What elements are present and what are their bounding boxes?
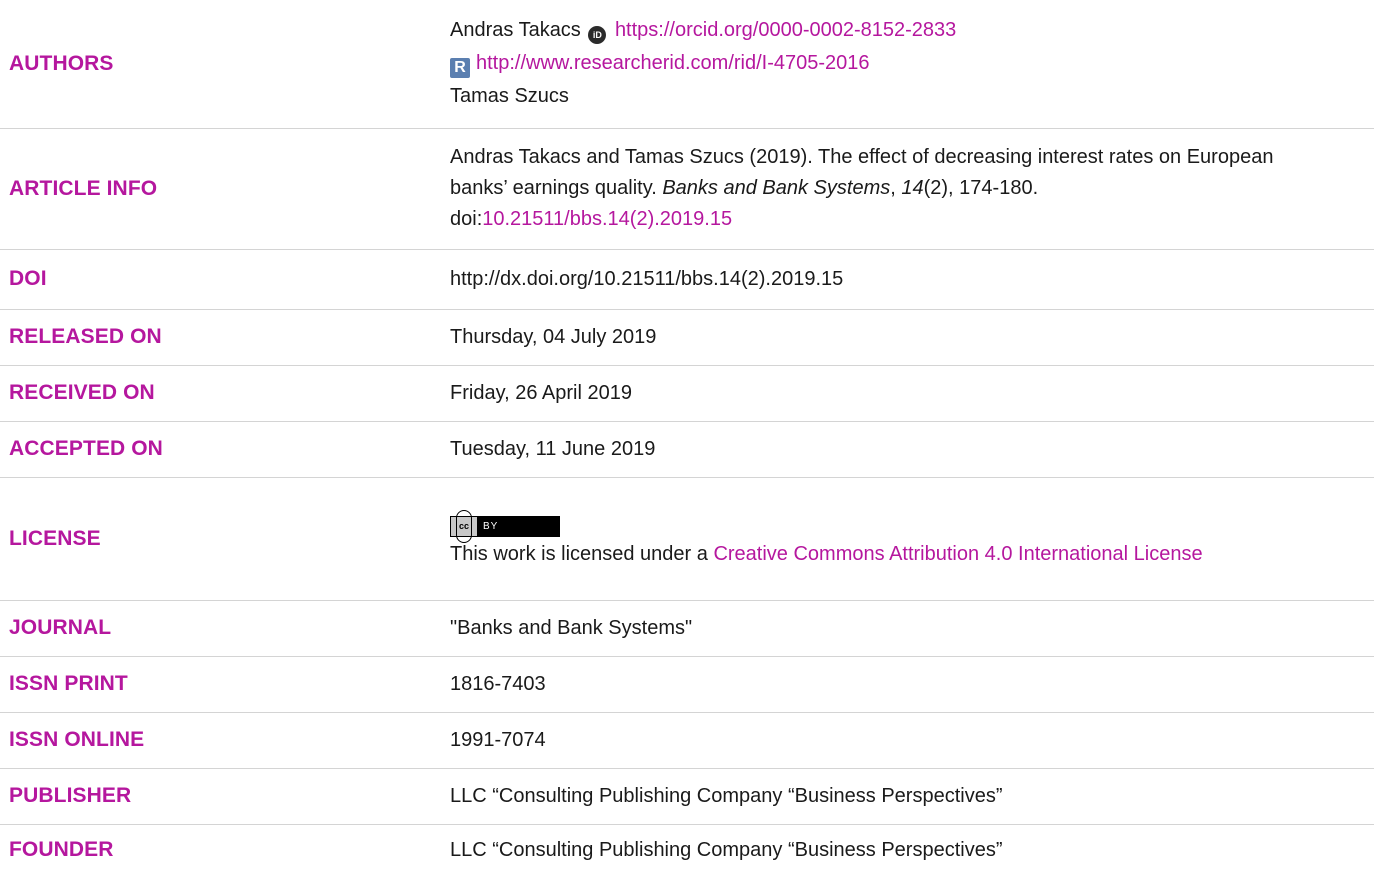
label-authors: AUTHORS (0, 0, 450, 129)
value-journal: "Banks and Bank Systems" (450, 600, 1374, 657)
value-released-on: Thursday, 04 July 2019 (450, 309, 1374, 366)
author-name-2: Tamas Szucs (450, 85, 569, 108)
label-issn-print: ISSN PRINT (0, 656, 450, 713)
license-text: This work is licensed under a (450, 542, 714, 565)
row-issn-print: ISSN PRINT 1816-7403 (0, 656, 1374, 713)
value-publisher: LLC “Consulting Publishing Company “Busi… (450, 768, 1374, 825)
label-released-on: RELEASED ON (0, 309, 450, 366)
label-accepted-on: ACCEPTED ON (0, 421, 450, 478)
row-released-on: RELEASED ON Thursday, 04 July 2019 (0, 309, 1374, 366)
cc-icon: cc (451, 509, 478, 543)
row-publisher: PUBLISHER LLC “Consulting Publishing Com… (0, 768, 1374, 825)
label-received-on: RECEIVED ON (0, 365, 450, 422)
value-authors: Andras Takacs iD https://orcid.org/0000-… (450, 0, 1374, 129)
value-article-info: Andras Takacs and Tamas Szucs (2019). Th… (450, 128, 1374, 250)
citation-doi-link[interactable]: 10.21511/bbs.14(2).2019.15 (482, 208, 732, 230)
label-publisher: PUBLISHER (0, 768, 450, 825)
row-license: LICENSE cc BY This work is licensed unde… (0, 477, 1374, 601)
label-founder: FOUNDER (9, 838, 114, 862)
value-founder: LLC “Consulting Publishing Company “Busi… (450, 838, 1003, 861)
by-icon: BY (477, 516, 560, 536)
row-journal: JOURNAL "Banks and Bank Systems" (0, 600, 1374, 657)
row-authors: AUTHORS Andras Takacs iD https://orcid.o… (0, 0, 1374, 129)
value-doi: http://dx.doi.org/10.21511/bbs.14(2).201… (450, 249, 1374, 310)
value-license: cc BY This work is licensed under a Crea… (450, 477, 1374, 601)
orcid-icon: iD (588, 26, 607, 45)
author-line-2: Rhttp://www.researcherid.com/rid/I-4705-… (450, 48, 1334, 79)
row-article-info: ARTICLE INFO Andras Takacs and Tamas Szu… (0, 128, 1374, 250)
author-line-1: Andras Takacs iD https://orcid.org/0000-… (450, 15, 1334, 46)
citation-volume: 14 (901, 177, 924, 199)
row-issn-online: ISSN ONLINE 1991-7074 (0, 712, 1374, 769)
citation-journal: Banks and Bank Systems (662, 177, 891, 199)
orcid-link[interactable]: https://orcid.org/0000-0002-8152-2833 (615, 19, 956, 41)
value-received-on: Friday, 26 April 2019 (450, 365, 1374, 422)
value-accepted-on: Tuesday, 11 June 2019 (450, 421, 1374, 478)
label-issn-online: ISSN ONLINE (0, 712, 450, 769)
value-issn-online: 1991-7074 (450, 712, 1374, 769)
article-info-table: AUTHORS Andras Takacs iD https://orcid.o… (0, 0, 1374, 876)
value-issn-print: 1816-7403 (450, 656, 1374, 713)
row-accepted-on: ACCEPTED ON Tuesday, 11 June 2019 (0, 421, 1374, 478)
label-journal: JOURNAL (0, 600, 450, 657)
author-line-3: Tamas Szucs (450, 81, 1334, 112)
researcherid-icon: R (450, 58, 470, 79)
label-license: LICENSE (0, 477, 450, 601)
cc-by-badge[interactable]: cc BY (450, 509, 561, 543)
citation-end: (2), 174-180. (923, 177, 1039, 199)
row-received-on: RECEIVED ON Friday, 26 April 2019 (0, 365, 1374, 422)
label-doi: DOI (0, 249, 450, 310)
author-name-1: Andras Takacs (450, 19, 581, 42)
citation-doi-prefix: doi: (450, 208, 483, 230)
license-link[interactable]: Creative Commons Attribution 4.0 Interna… (713, 543, 1202, 565)
researcherid-link[interactable]: http://www.researcherid.com/rid/I-4705-2… (476, 52, 870, 74)
row-founder: FOUNDER LLC “Consulting Publishing Compa… (0, 824, 1374, 876)
label-article-info: ARTICLE INFO (0, 128, 450, 250)
citation-comma: , (890, 177, 902, 199)
row-doi: DOI http://dx.doi.org/10.21511/bbs.14(2)… (0, 249, 1374, 310)
